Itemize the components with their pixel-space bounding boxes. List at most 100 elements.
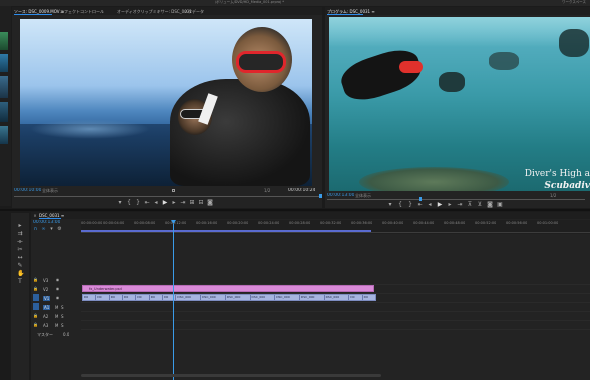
- project-thumbnail[interactable]: [0, 76, 8, 98]
- project-thumbnail[interactable]: [0, 32, 8, 50]
- video-clip[interactable]: DSC_000: [300, 295, 325, 300]
- go-to-out-icon[interactable]: ⇥: [180, 200, 186, 206]
- video-clip[interactable]: D0: [136, 295, 150, 300]
- video-clip[interactable]: D0: [349, 295, 363, 300]
- ripple-edit-tool-icon[interactable]: ⟛: [17, 239, 23, 245]
- snap-icon[interactable]: ∩: [33, 226, 38, 232]
- track-header-v2[interactable]: 🔒 V2 ◉: [33, 285, 79, 293]
- mute-button[interactable]: M: [55, 305, 58, 310]
- tab-audio-clip-mixer[interactable]: オーディオクリップミキサー: DSC_0031: [117, 9, 192, 15]
- workspace-label[interactable]: ワークスペース: [562, 0, 586, 5]
- source-video-frame[interactable]: [20, 19, 312, 186]
- step-back-icon[interactable]: ◂: [153, 200, 159, 206]
- source-playhead[interactable]: [319, 194, 322, 198]
- track-header-a3[interactable]: 🔒 A3 M S: [33, 321, 79, 329]
- program-scrubber[interactable]: [327, 199, 585, 200]
- lock-icon[interactable]: 🔒: [33, 313, 38, 319]
- project-thumbnail[interactable]: [0, 126, 8, 144]
- export-frame-icon[interactable]: ◙: [207, 200, 213, 206]
- solo-button[interactable]: S: [61, 323, 64, 328]
- track-header-master[interactable]: マスター 0.0: [33, 330, 79, 338]
- lift-icon[interactable]: ⊼: [467, 202, 473, 208]
- fit-icon[interactable]: [172, 189, 175, 192]
- mark-out-bracket-icon[interactable]: }: [135, 200, 141, 206]
- playhead-line[interactable]: [173, 224, 174, 380]
- source-resolution-dropdown[interactable]: 1/2: [264, 188, 270, 193]
- step-back-icon[interactable]: ◂: [427, 202, 433, 208]
- video-clip[interactable]: D0: [96, 295, 110, 300]
- export-frame-icon[interactable]: ◙: [487, 202, 493, 208]
- play-icon[interactable]: ▶: [437, 202, 443, 208]
- track-header-a1[interactable]: A1 M S: [33, 303, 79, 311]
- video-clip[interactable]: D0: [123, 295, 137, 300]
- go-to-in-icon[interactable]: ⇤: [417, 202, 423, 208]
- timeline-scrollbar[interactable]: [81, 374, 381, 377]
- play-icon[interactable]: ▶: [162, 200, 168, 206]
- step-forward-icon[interactable]: ▸: [171, 200, 177, 206]
- project-thumbnail[interactable]: [0, 54, 8, 72]
- title-clip-v2[interactable]: fx_Underwater.psd: [82, 285, 374, 292]
- pen-tool-icon[interactable]: ✎: [17, 263, 23, 269]
- solo-button[interactable]: S: [61, 314, 64, 319]
- close-icon[interactable]: ×: [33, 213, 37, 219]
- program-zoom-dropdown[interactable]: 全体表示: [355, 193, 371, 198]
- insert-icon[interactable]: ⊞: [189, 200, 195, 206]
- mark-in-icon[interactable]: ▾: [117, 200, 123, 206]
- wrench-icon[interactable]: ⚙: [57, 226, 62, 232]
- solo-button[interactable]: S: [61, 305, 64, 310]
- track-header-v3[interactable]: 🔒 V3 ◉: [33, 276, 79, 284]
- mark-in-bracket-icon[interactable]: {: [397, 202, 403, 208]
- video-clip[interactable]: DSC_000: [176, 295, 202, 300]
- lock-icon[interactable]: 🔒: [33, 322, 38, 328]
- video-clip[interactable]: DSC_000: [201, 295, 226, 300]
- video-clip[interactable]: D0: [163, 295, 177, 300]
- video-clip[interactable]: D0: [150, 295, 164, 300]
- razor-tool-icon[interactable]: ✂: [17, 247, 23, 253]
- video-clip[interactable]: DSC_000: [325, 295, 350, 300]
- extract-icon[interactable]: ⊻: [477, 202, 483, 208]
- tab-metadata[interactable]: メタデータ: [184, 9, 204, 15]
- go-to-out-icon[interactable]: ⇥: [457, 202, 463, 208]
- source-patch-v1[interactable]: [33, 294, 39, 301]
- slip-tool-icon[interactable]: ↔: [17, 255, 23, 261]
- program-video-frame[interactable]: Diver's High a Scubadiv: [329, 17, 590, 191]
- add-marker-icon[interactable]: ▾: [49, 226, 54, 232]
- source-zoom-dropdown[interactable]: 全体表示: [42, 188, 58, 193]
- eye-icon[interactable]: ◉: [55, 277, 60, 283]
- mark-in-bracket-icon[interactable]: {: [126, 200, 132, 206]
- program-resolution-dropdown[interactable]: 1/2: [550, 193, 556, 198]
- panel-divider[interactable]: [0, 209, 590, 211]
- mute-button[interactable]: M: [55, 314, 58, 319]
- tab-effect-controls[interactable]: エフェクトコントロール: [60, 9, 104, 15]
- selection-tool-icon[interactable]: ▸: [17, 223, 23, 229]
- track-select-tool-icon[interactable]: ⇉: [17, 231, 23, 237]
- go-to-in-icon[interactable]: ⇤: [144, 200, 150, 206]
- video-clip[interactable]: DSC_000: [275, 295, 300, 300]
- step-forward-icon[interactable]: ▸: [447, 202, 453, 208]
- mute-button[interactable]: M: [55, 323, 58, 328]
- compare-icon[interactable]: ▣: [497, 202, 503, 208]
- track-header-a2[interactable]: 🔒 A2 M S: [33, 312, 79, 320]
- video-clips-v1[interactable]: D0 D0 D0 D0 D0 D0 D0 DSC_000 DSC_000 DSC…: [82, 294, 376, 301]
- video-clip[interactable]: DSC_000: [251, 295, 276, 300]
- eye-icon[interactable]: ◉: [55, 295, 60, 301]
- mark-out-bracket-icon[interactable]: }: [407, 202, 413, 208]
- lock-icon[interactable]: 🔒: [33, 286, 38, 292]
- source-timecode-in[interactable]: 00:00:10:00: [14, 188, 41, 194]
- project-thumbnail[interactable]: [0, 102, 8, 122]
- lock-icon[interactable]: 🔒: [33, 277, 38, 283]
- video-clip[interactable]: D0: [110, 295, 124, 300]
- video-clip[interactable]: D0: [83, 295, 97, 300]
- source-scrubber[interactable]: [14, 196, 320, 197]
- master-volume[interactable]: 0.0: [63, 332, 69, 337]
- overwrite-icon[interactable]: ⊟: [198, 200, 204, 206]
- source-patch-a1[interactable]: [33, 303, 39, 310]
- video-clip[interactable]: DSC_000: [226, 295, 251, 300]
- time-ruler[interactable]: 00:00:00:00 00:00:04:00 00:00:08:00 00:0…: [81, 220, 590, 234]
- type-tool-icon[interactable]: T: [17, 279, 23, 285]
- linked-selection-icon[interactable]: ∞: [41, 226, 46, 232]
- mark-in-icon[interactable]: ▾: [387, 202, 393, 208]
- track-header-v1[interactable]: V1 ◉: [33, 294, 79, 302]
- hand-tool-icon[interactable]: ✋: [17, 271, 24, 277]
- video-clip[interactable]: D0: [363, 295, 375, 300]
